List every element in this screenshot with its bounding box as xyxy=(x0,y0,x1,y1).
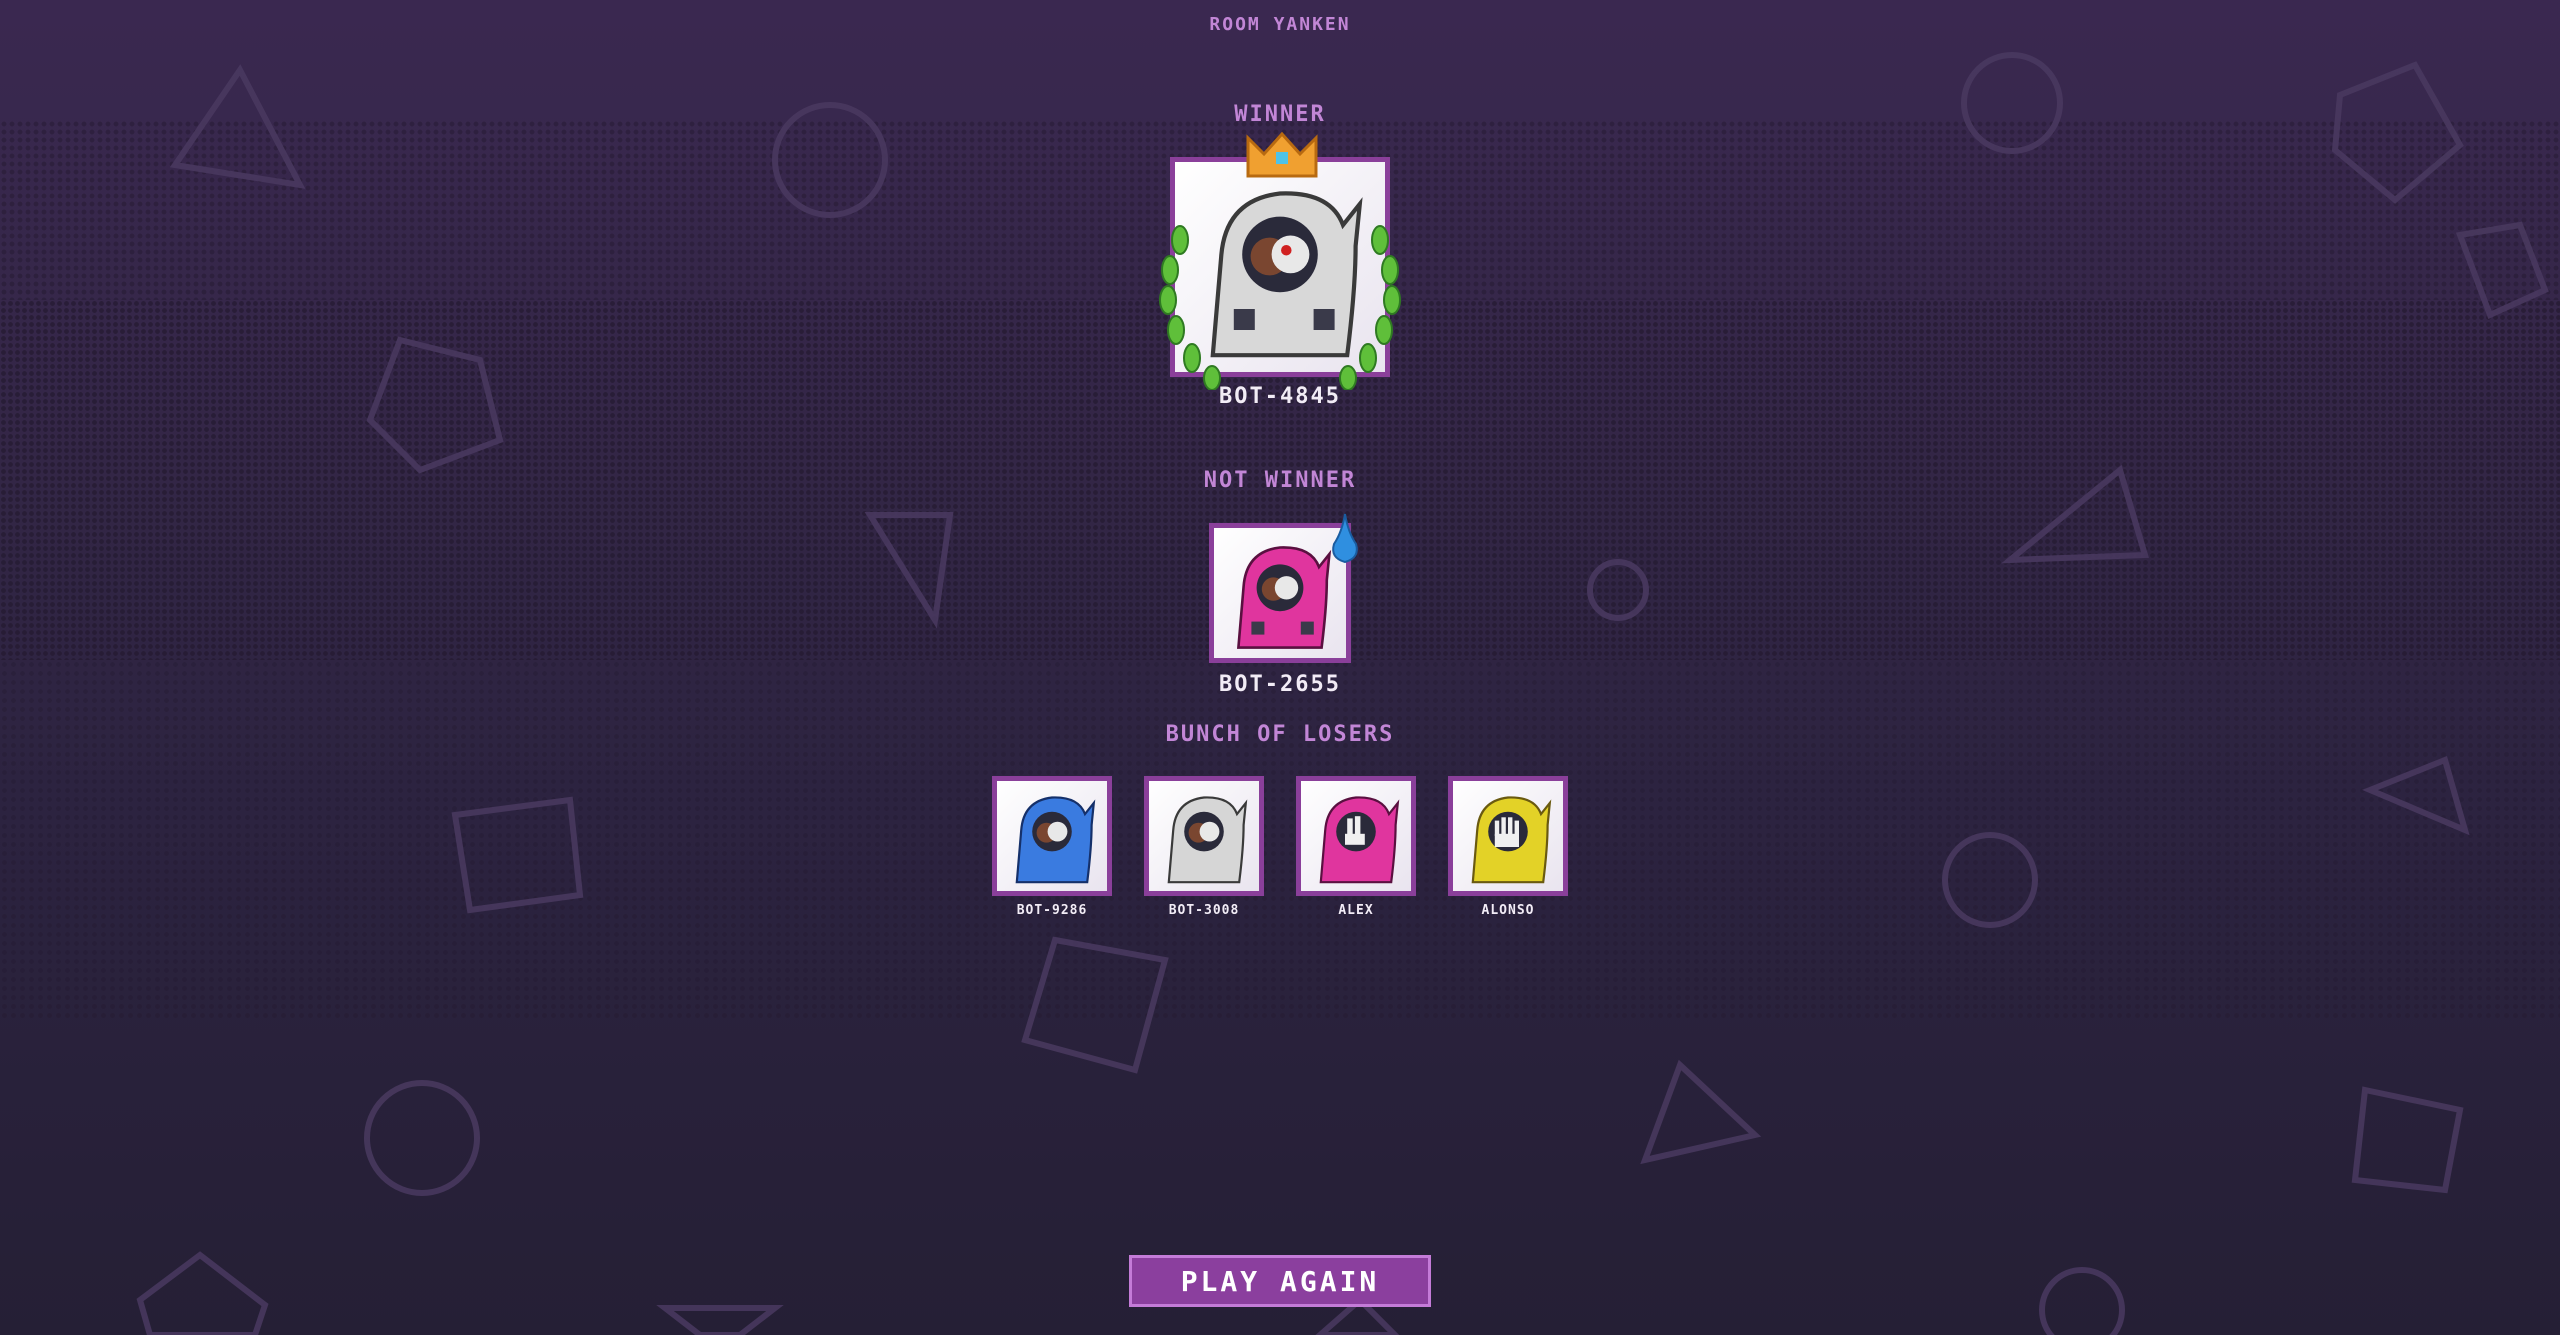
bg-triangle xyxy=(169,64,306,189)
hooded-character-icon xyxy=(1319,796,1400,884)
bg-square xyxy=(451,796,584,914)
loser-avatar xyxy=(1144,776,1264,896)
losers-label: BUNCH OF LOSERS xyxy=(1165,722,1395,747)
loser-name: BOT-3008 xyxy=(1168,903,1240,918)
crown-icon xyxy=(1246,131,1318,178)
loser-avatar xyxy=(1296,776,1416,896)
hooded-character-icon xyxy=(1167,796,1248,884)
bg-pentagon xyxy=(2331,61,2464,204)
bg-circle xyxy=(1942,832,2038,928)
hooded-character-icon xyxy=(1015,796,1096,884)
laurel-wreath-icon xyxy=(1159,225,1401,390)
not-winner-label: NOT WINNER xyxy=(1203,468,1357,493)
loser-avatar xyxy=(992,776,1112,896)
bg-triangle xyxy=(864,512,954,629)
bg-circle xyxy=(364,1080,480,1196)
bg-triangle xyxy=(1640,1059,1762,1165)
loser-avatar xyxy=(1448,776,1568,896)
loser-name: ALONSO xyxy=(1481,903,1535,918)
bg-square xyxy=(1021,936,1169,1074)
bg-circle xyxy=(2039,1267,2125,1335)
dither-band-bottom xyxy=(0,660,2560,1020)
winner-name: BOT-4845 xyxy=(1219,384,1341,409)
room-title: ROOM YANKEN xyxy=(1209,14,1351,35)
bg-pentagon xyxy=(136,1251,269,1335)
bg-triangle xyxy=(2362,755,2470,836)
bg-circle xyxy=(1587,559,1649,621)
loser-name: BOT-9286 xyxy=(1016,903,1088,918)
bg-square xyxy=(2351,1086,2464,1194)
hooded-character-icon xyxy=(1236,546,1332,649)
winner-label: WINNER xyxy=(1234,102,1326,127)
not-winner-name: BOT-2655 xyxy=(1219,672,1341,697)
bg-trapezoid xyxy=(656,1305,784,1335)
bg-square xyxy=(2455,221,2549,320)
loser-name: ALEX xyxy=(1338,903,1374,918)
sweat-drop-icon xyxy=(1332,513,1358,564)
hooded-character-icon xyxy=(1471,796,1552,884)
play-again-button[interactable]: PLAY AGAIN xyxy=(1129,1255,1431,1307)
